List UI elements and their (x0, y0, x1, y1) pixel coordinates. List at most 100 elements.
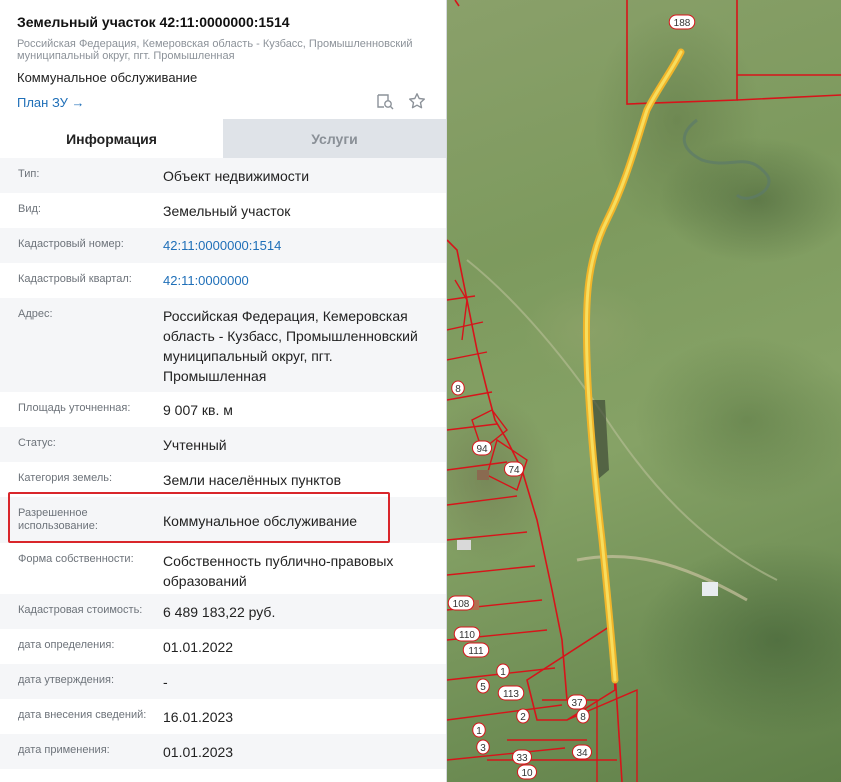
panel-header: Земельный участок 42:11:0000000:1514 Рос… (0, 0, 446, 119)
parcel-labels: 188 8 94 74 108 110 111 113 1 5 2 37 8 33 34 10 1 3 (447, 14, 696, 780)
row-label: Площадь уточненная: (18, 402, 131, 414)
svg-text:188: 188 (674, 18, 691, 29)
svg-text:33: 33 (516, 753, 528, 764)
parcel-number-label: 8 (576, 708, 590, 724)
svg-text:1: 1 (476, 726, 482, 737)
svg-text:34: 34 (576, 748, 588, 759)
map-overlay: 188 8 94 74 108 110 111 113 1 5 2 37 8 33 34 10 1 3 (447, 0, 841, 782)
parcel-address: Российская Федерация, Кемеровская област… (17, 38, 413, 62)
info-row: дата применения: 01.01.2023 (0, 734, 446, 769)
row-label: Тип: (18, 168, 40, 180)
tab-services[interactable]: Услуги (223, 119, 446, 158)
plan-link[interactable]: План ЗУ → (17, 95, 85, 111)
row-label: дата определения: (18, 639, 115, 651)
row-value: 6 489 183,22 руб. (163, 604, 276, 620)
row-label: дата применения: (18, 744, 110, 756)
parcel-number-label: 1 (496, 663, 510, 679)
row-value: Собственность публично-правовых образова… (163, 553, 394, 589)
parcel-number-label: 3 (476, 739, 490, 755)
parcel-number-label: 108 (447, 595, 475, 611)
parcel-number-label: 34 (572, 744, 592, 760)
info-row: дата утверждения: - (0, 664, 446, 699)
row-value: - (163, 674, 168, 690)
field-track (466, 259, 778, 581)
row-value: Коммунальное обслуживание (163, 513, 358, 529)
row-value: 9 007 кв. м (163, 402, 233, 418)
selected-parcel[interactable] (582, 48, 685, 684)
row-value: 01.01.2022 (163, 639, 234, 655)
row-value: Земли населённых пунктов (163, 472, 342, 488)
building (457, 540, 471, 550)
parcel-number-label: 1 (472, 722, 486, 738)
info-row: Кадастровая стоимость: 6 489 183,22 руб. (0, 594, 446, 629)
info-row: дата определения: 01.01.2022 (0, 629, 446, 664)
svg-text:110: 110 (459, 630, 475, 641)
row-label: Статус: (18, 437, 56, 449)
info-row: Статус: Учтенный (0, 427, 446, 462)
svg-text:5: 5 (480, 682, 486, 693)
info-row: Кадастровый квартал: 42:11:0000000 (0, 263, 446, 298)
info-row: Разрешенное использование: Коммунальное … (0, 497, 446, 543)
row-label: Вид: (18, 203, 41, 215)
parcel-outline (736, 74, 841, 101)
svg-text:74: 74 (508, 465, 520, 476)
svg-text:37: 37 (571, 698, 583, 709)
cadastral-number-link[interactable]: 42:11:0000000:1514 (163, 228, 446, 256)
row-label: Кадастровая стоимость: (18, 604, 143, 616)
parcel-number-label: 111 (462, 642, 490, 658)
info-row: Площадь уточненная: 9 007 кв. м (0, 392, 446, 427)
row-value: Учтенный (163, 437, 227, 453)
info-row: Вид: Земельный участок (0, 193, 446, 228)
svg-text:8: 8 (580, 712, 586, 723)
row-value: Российская Федерация, Кемеровская област… (163, 308, 418, 384)
parcel-title: Земельный участок 42:11:0000000:1514 (17, 14, 290, 30)
svg-text:111: 111 (468, 646, 484, 657)
parcel-number-label: 188 (668, 14, 696, 30)
building (702, 582, 718, 596)
info-row: дата внесения сведений: 16.01.2023 (0, 699, 446, 734)
map-view[interactable]: 188 8 94 74 108 110 111 113 1 5 2 37 8 33 34 10 1 3 (447, 0, 841, 782)
row-label: Адрес: (18, 308, 53, 320)
svg-text:1: 1 (500, 667, 506, 678)
row-label: Кадастровый номер: (18, 238, 124, 250)
row-label: Кадастровый квартал: (18, 273, 132, 285)
row-label: дата утверждения: (18, 674, 115, 686)
info-row: Адрес: Российская Федерация, Кемеровская… (0, 298, 446, 392)
row-value: Земельный участок (163, 203, 291, 219)
info-row: Кадастровый номер: 42:11:0000000:1514 (0, 228, 446, 263)
parcel-number-label: 113 (497, 685, 525, 701)
search-doc-icon[interactable] (376, 92, 394, 110)
info-table: Тип: Объект недвижимости Вид: Земельный … (0, 158, 446, 769)
parcel-number-label: 33 (512, 749, 532, 765)
row-value: 16.01.2023 (163, 709, 234, 725)
info-row: Форма собственности: Собственность публи… (0, 543, 446, 594)
parcel-number-label: 2 (516, 708, 530, 724)
star-icon[interactable] (408, 92, 426, 110)
tabs: Информация Услуги (0, 119, 446, 158)
tab-info[interactable]: Информация (0, 119, 223, 158)
parcel-outline (454, 0, 460, 7)
svg-text:3: 3 (480, 743, 486, 754)
svg-text:94: 94 (476, 444, 488, 455)
row-value: Объект недвижимости (163, 168, 310, 184)
stream (683, 118, 771, 200)
parcel-number-label: 10 (517, 764, 537, 780)
svg-text:2: 2 (520, 712, 526, 723)
parcel-number-label: 8 (451, 380, 465, 396)
parcel-number-label: 94 (472, 440, 492, 456)
cadastral-quarter-link[interactable]: 42:11:0000000 (163, 263, 446, 291)
parcel-number-label: 37 (567, 694, 587, 710)
parcel-outline (487, 688, 638, 782)
row-label: дата внесения сведений: (18, 709, 147, 721)
parcel-number-label: 74 (504, 461, 524, 477)
row-label: Форма собственности: (18, 553, 134, 565)
info-row: Тип: Объект недвижимости (0, 158, 446, 193)
building (477, 470, 489, 480)
parcel-number-label: 5 (476, 678, 490, 694)
row-value: 01.01.2023 (163, 744, 234, 760)
svg-text:10: 10 (521, 768, 533, 779)
info-row: Категория земель: Земли населённых пункт… (0, 462, 446, 497)
header-icons (376, 92, 426, 110)
svg-text:108: 108 (453, 599, 470, 610)
info-panel: Земельный участок 42:11:0000000:1514 Рос… (0, 0, 447, 782)
